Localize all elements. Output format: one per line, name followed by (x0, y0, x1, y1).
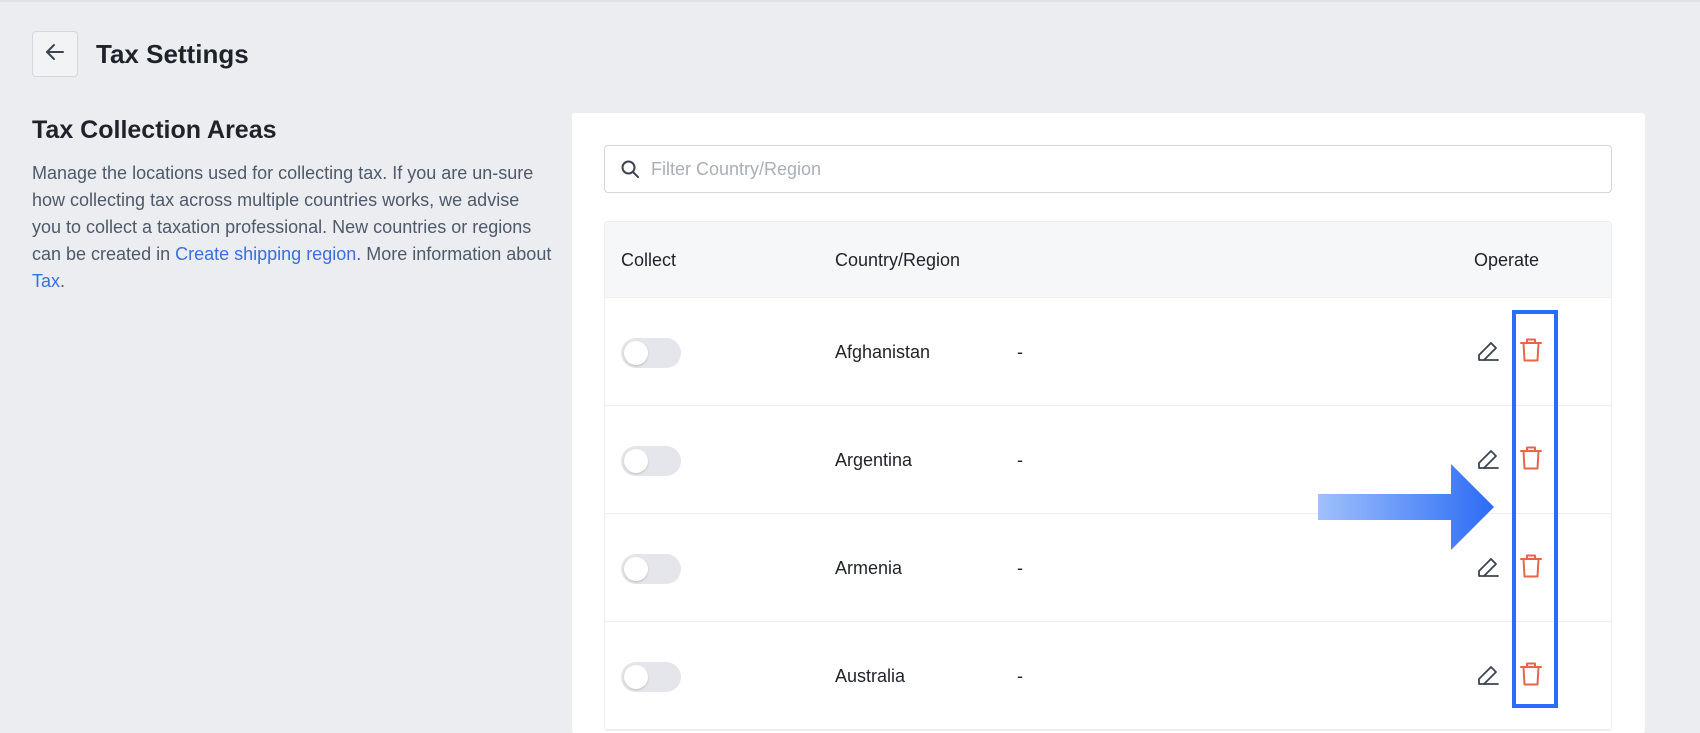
page-title: Tax Settings (96, 39, 249, 69)
collect-toggle[interactable] (621, 554, 681, 584)
toggle-knob (624, 341, 648, 365)
tax-link[interactable]: Tax (32, 271, 60, 291)
trash-icon (1519, 662, 1543, 691)
delete-button[interactable] (1519, 445, 1543, 471)
country-name: Afghanistan (835, 342, 931, 362)
description-text: . More information about (356, 244, 552, 264)
table-header: Collect Country/Region Operate (605, 222, 1611, 298)
table-row: Afghanistan - (605, 298, 1611, 406)
search-input[interactable] (651, 149, 1591, 189)
top-divider (0, 0, 1700, 2)
create-shipping-region-link[interactable]: Create shipping region (175, 244, 356, 264)
toggle-knob (624, 557, 648, 581)
table-row: Armenia - (605, 514, 1611, 622)
country-name: Australia (835, 666, 906, 686)
collect-toggle[interactable] (621, 338, 681, 368)
edit-button[interactable] (1475, 446, 1501, 472)
pencil-icon (1475, 666, 1501, 692)
edit-button[interactable] (1475, 662, 1501, 688)
search-icon (619, 158, 641, 180)
collect-toggle[interactable] (621, 662, 681, 692)
toggle-knob (624, 665, 648, 689)
tax-areas-panel: Collect Country/Region Operate Afghanist… (572, 113, 1645, 733)
toggle-knob (624, 449, 648, 473)
section-description: Manage the locations used for collecting… (32, 160, 552, 295)
column-header-collect: Collect (621, 250, 677, 270)
back-button[interactable] (32, 31, 78, 77)
tax-rate: - (1017, 342, 1023, 362)
country-name: Argentina (835, 450, 913, 470)
edit-button[interactable] (1475, 554, 1501, 580)
arrow-left-icon (43, 40, 67, 69)
trash-icon (1519, 446, 1543, 475)
edit-button[interactable] (1475, 338, 1501, 364)
column-header-country: Country/Region (835, 250, 961, 270)
delete-button[interactable] (1519, 661, 1543, 687)
search-box[interactable] (604, 145, 1612, 193)
pencil-icon (1475, 342, 1501, 368)
column-header-operate: Operate (1474, 250, 1540, 270)
pencil-icon (1475, 450, 1501, 476)
trash-icon (1519, 338, 1543, 367)
tax-rate: - (1017, 666, 1023, 686)
tax-rate: - (1017, 450, 1023, 470)
pencil-icon (1475, 558, 1501, 584)
country-name: Armenia (835, 558, 903, 578)
collect-toggle[interactable] (621, 446, 681, 476)
description-text: . (60, 271, 66, 291)
trash-icon (1519, 554, 1543, 583)
table-row: Australia - (605, 622, 1611, 730)
delete-button[interactable] (1519, 337, 1543, 363)
tax-areas-table: Collect Country/Region Operate Afghanist… (604, 221, 1612, 731)
table-row: Argentina - (605, 406, 1611, 514)
delete-button[interactable] (1519, 553, 1543, 579)
tax-rate: - (1017, 558, 1023, 578)
section-title: Tax Collection Areas (32, 116, 277, 144)
